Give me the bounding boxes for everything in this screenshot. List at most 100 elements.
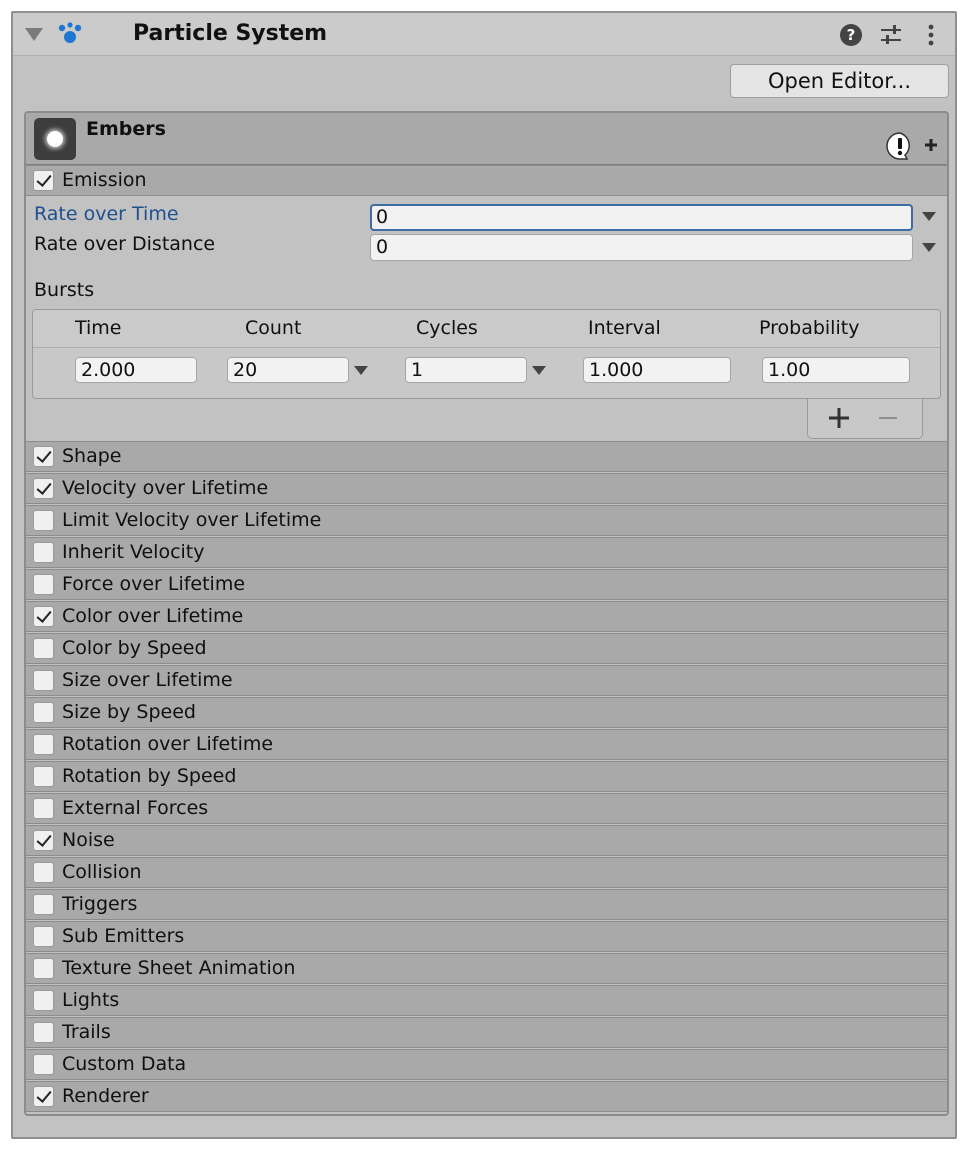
module-checkbox-limit-velocity-over-lifetime[interactable] [33, 510, 54, 531]
module-checkbox-rotation-by-speed[interactable] [33, 766, 54, 787]
rate-over-time-curve-dropdown-icon[interactable] [922, 212, 936, 221]
rate-over-distance-field[interactable]: 0 [370, 234, 913, 261]
module-checkbox-lights[interactable] [33, 990, 54, 1011]
module-label: Triggers [62, 893, 138, 915]
module-checkbox-shape[interactable] [33, 446, 54, 467]
module-label: Custom Data [62, 1053, 187, 1075]
add-burst-icon[interactable] [828, 407, 850, 429]
system-header: Embers [26, 113, 947, 165]
module-label: Collision [62, 861, 142, 883]
emission-body: Rate over Time 0 Rate over Distance 0 Bu… [26, 197, 947, 441]
module-trails[interactable]: Trails [26, 1017, 947, 1048]
module-lights[interactable]: Lights [26, 985, 947, 1016]
module-rotation-over-lifetime[interactable]: Rotation over Lifetime [26, 729, 947, 760]
rate-over-time-label: Rate over Time [34, 203, 179, 225]
module-label: Sub Emitters [62, 925, 185, 947]
column-header-time: Time [75, 317, 122, 339]
burst-probability-field[interactable]: 1.00 [762, 357, 910, 383]
system-name: Embers [86, 118, 166, 140]
module-checkbox-custom-data[interactable] [33, 1054, 54, 1075]
burst-count-field[interactable]: 20 [227, 357, 349, 383]
module-label: Inherit Velocity [62, 541, 205, 563]
column-header-cycles: Cycles [416, 317, 478, 339]
module-label: Color by Speed [62, 637, 207, 659]
module-checkbox-velocity-over-lifetime[interactable] [33, 478, 54, 499]
rate-over-distance-label: Rate over Distance [34, 233, 216, 255]
module-external-forces[interactable]: External Forces [26, 793, 947, 824]
module-checkbox-renderer[interactable] [33, 1086, 54, 1107]
column-header-interval: Interval [588, 317, 661, 339]
module-checkbox-color-by-speed[interactable] [33, 638, 54, 659]
module-label: Lights [62, 989, 120, 1011]
module-label: Color over Lifetime [62, 605, 244, 627]
module-triggers[interactable]: Triggers [26, 889, 947, 920]
presets-icon[interactable] [879, 23, 903, 47]
bursts-label: Bursts [34, 279, 95, 301]
module-label: Noise [62, 829, 115, 851]
module-velocity-over-lifetime[interactable]: Velocity over Lifetime [26, 473, 947, 504]
svg-text:?: ? [847, 26, 856, 44]
burst-cycles-dropdown-icon[interactable] [532, 366, 546, 375]
burst-time-field[interactable]: 2.000 [75, 357, 197, 383]
module-label: Shape [62, 445, 122, 467]
particle-system-panel: Embers Emission Rate over Time 0 Rate ov… [24, 111, 949, 1116]
module-sub-emitters[interactable]: Sub Emitters [26, 921, 947, 952]
rate-over-distance-curve-dropdown-icon[interactable] [922, 243, 936, 252]
particle-system-inspector: Particle System ? Open Editor... Embers [11, 11, 957, 1139]
burst-interval-field[interactable]: 1.000 [583, 357, 731, 383]
open-editor-button[interactable]: Open Editor... [730, 64, 949, 98]
module-checkbox-triggers[interactable] [33, 894, 54, 915]
system-thumbnail [34, 118, 76, 160]
burst-count-dropdown-icon[interactable] [354, 366, 368, 375]
module-label: Rotation over Lifetime [62, 733, 274, 755]
module-checkbox-noise[interactable] [33, 830, 54, 851]
component-title: Particle System [133, 21, 328, 46]
module-checkbox-trails[interactable] [33, 1022, 54, 1043]
warning-icon[interactable] [885, 131, 915, 161]
burst-cycles-field[interactable]: 1 [405, 357, 527, 383]
remove-burst-icon[interactable] [879, 417, 897, 419]
module-size-by-speed[interactable]: Size by Speed [26, 697, 947, 728]
module-noise[interactable]: Noise [26, 825, 947, 856]
more-options-icon[interactable] [919, 23, 943, 47]
module-checkbox-collision[interactable] [33, 862, 54, 883]
foldout-arrow-icon[interactable] [25, 28, 43, 41]
module-force-over-lifetime[interactable]: Force over Lifetime [26, 569, 947, 600]
module-renderer[interactable]: Renderer [26, 1081, 947, 1112]
module-label: Rotation by Speed [62, 765, 237, 787]
module-label: Force over Lifetime [62, 573, 246, 595]
module-rotation-by-speed[interactable]: Rotation by Speed [26, 761, 947, 792]
bursts-add-remove-footer [807, 399, 923, 439]
burst-row[interactable]: 2.000 20 1 1.000 1.00 [33, 348, 940, 396]
module-shape[interactable]: Shape [26, 441, 947, 472]
module-checkbox-external-forces[interactable] [33, 798, 54, 819]
module-checkbox-emission[interactable] [33, 170, 54, 191]
module-limit-velocity-over-lifetime[interactable]: Limit Velocity over Lifetime [26, 505, 947, 536]
module-label: External Forces [62, 797, 209, 819]
column-header-count: Count [245, 317, 302, 339]
module-inherit-velocity[interactable]: Inherit Velocity [26, 537, 947, 568]
module-color-over-lifetime[interactable]: Color over Lifetime [26, 601, 947, 632]
module-label: Texture Sheet Animation [62, 957, 296, 979]
module-collision[interactable]: Collision [26, 857, 947, 888]
module-checkbox-rotation-over-lifetime[interactable] [33, 734, 54, 755]
module-label: Trails [62, 1021, 111, 1043]
module-checkbox-texture-sheet-animation[interactable] [33, 958, 54, 979]
module-checkbox-size-by-speed[interactable] [33, 702, 54, 723]
module-color-by-speed[interactable]: Color by Speed [26, 633, 947, 664]
module-size-over-lifetime[interactable]: Size over Lifetime [26, 665, 947, 696]
module-checkbox-sub-emitters[interactable] [33, 926, 54, 947]
module-texture-sheet-animation[interactable]: Texture Sheet Animation [26, 953, 947, 984]
rate-over-time-field[interactable]: 0 [370, 204, 913, 231]
module-emission[interactable]: Emission [26, 165, 947, 196]
module-checkbox-color-over-lifetime[interactable] [33, 606, 54, 627]
module-checkbox-inherit-velocity[interactable] [33, 542, 54, 563]
help-icon[interactable]: ? [839, 23, 863, 47]
module-label: Emission [62, 169, 147, 191]
module-checkbox-size-over-lifetime[interactable] [33, 670, 54, 691]
add-system-icon[interactable] [923, 137, 939, 153]
particle-system-icon [58, 22, 82, 43]
module-checkbox-force-over-lifetime[interactable] [33, 574, 54, 595]
module-label: Size by Speed [62, 701, 196, 723]
module-custom-data[interactable]: Custom Data [26, 1049, 947, 1080]
